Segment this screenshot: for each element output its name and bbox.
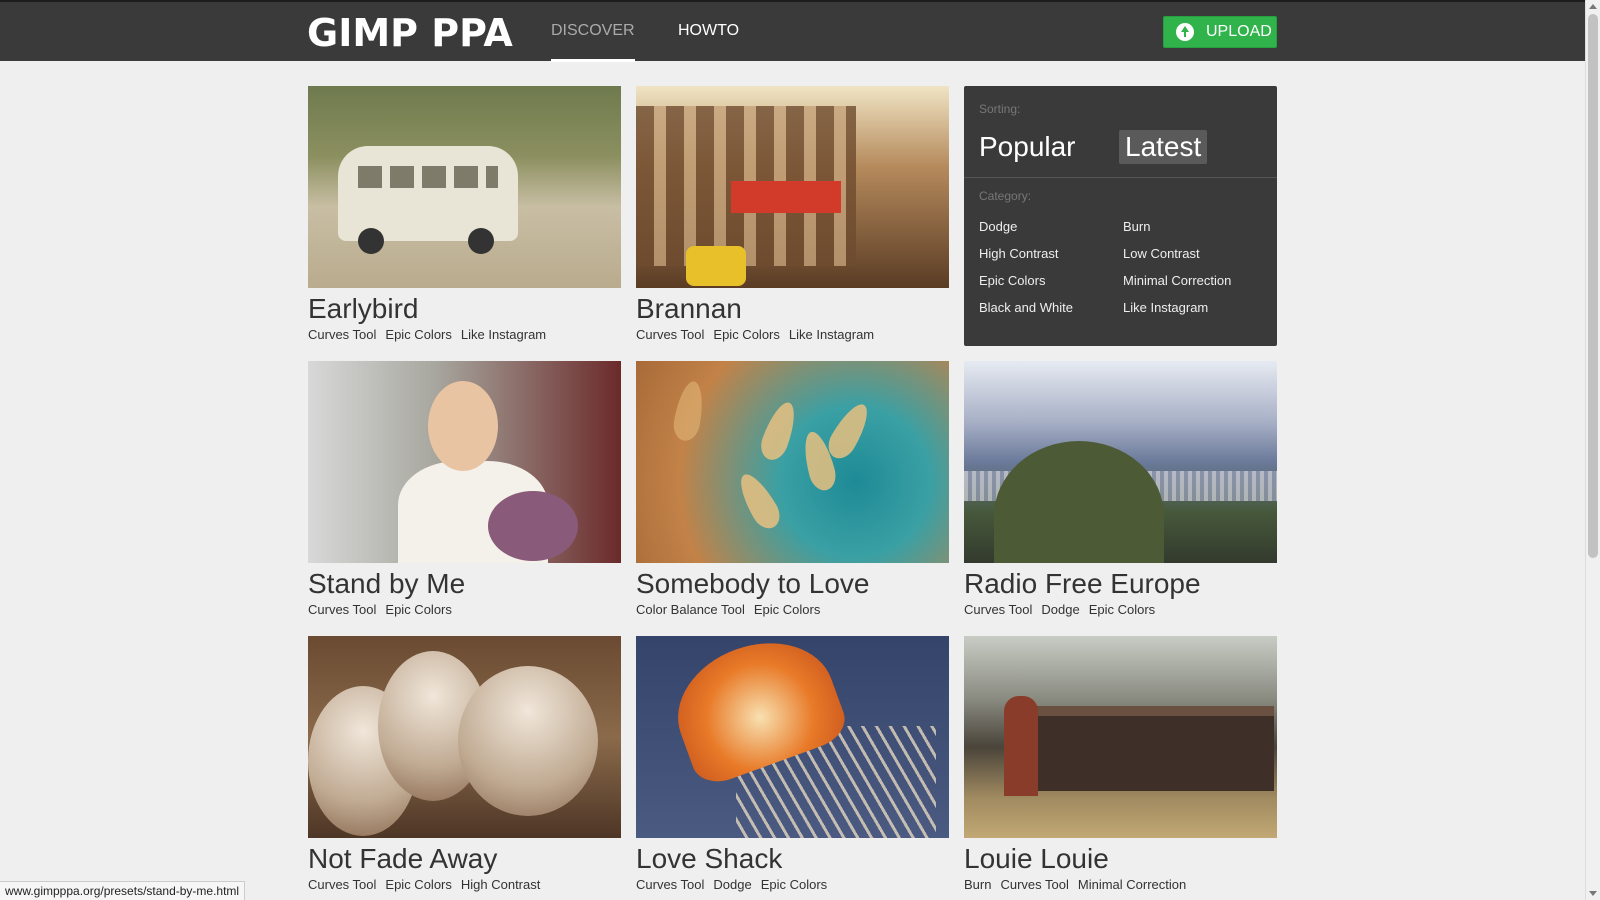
- sort-latest[interactable]: Latest: [1119, 130, 1208, 164]
- preset-card-radio-free-europe[interactable]: Radio Free Europe Curves Tool Dodge Epic C…: [964, 361, 1277, 617]
- preset-card-love-shack[interactable]: Love Shack Curves Tool Dodge Epic Colors: [636, 636, 949, 892]
- category-like-instagram[interactable]: Like Instagram: [1123, 300, 1208, 315]
- nav-howto[interactable]: HOWTO: [678, 22, 739, 40]
- preset-card-somebody-to-love[interactable]: Somebody to Love Color Balance Tool Epic …: [636, 361, 949, 617]
- tag-link[interactable]: Curves Tool: [636, 877, 704, 892]
- tag-link[interactable]: Curves Tool: [636, 327, 704, 342]
- sort-popular[interactable]: Popular: [973, 130, 1082, 164]
- tag-link[interactable]: High Contrast: [461, 877, 540, 892]
- vertical-scrollbar[interactable]: [1585, 0, 1600, 900]
- upload-button[interactable]: UPLOAD: [1163, 16, 1277, 48]
- preset-card-louie-louie[interactable]: Louie Louie Burn Curves Tool Minimal Corre…: [964, 636, 1277, 892]
- tag-link[interactable]: Dodge: [1041, 602, 1079, 617]
- tag-link[interactable]: Like Instagram: [789, 327, 874, 342]
- sorting-label: Sorting:: [979, 102, 1021, 116]
- tag-link[interactable]: Dodge: [713, 877, 751, 892]
- category-minimal-correction[interactable]: Minimal Correction: [1123, 273, 1231, 288]
- tag-link[interactable]: Color Balance Tool: [636, 602, 745, 617]
- tag-link[interactable]: Epic Colors: [385, 602, 451, 617]
- preset-tags: Curves Tool Epic Colors Like Instagram: [308, 327, 621, 342]
- upload-button-label: UPLOAD: [1206, 23, 1272, 40]
- panel-divider: [964, 177, 1277, 178]
- preset-thumbnail[interactable]: [964, 361, 1277, 563]
- tag-link[interactable]: Like Instagram: [461, 327, 546, 342]
- tag-link[interactable]: Epic Colors: [761, 877, 827, 892]
- preset-tags: Color Balance Tool Epic Colors: [636, 602, 949, 617]
- category-dodge[interactable]: Dodge: [979, 219, 1017, 234]
- tag-link[interactable]: Epic Colors: [713, 327, 779, 342]
- preset-card-earlybird[interactable]: Earlybird Curves Tool Epic Colors Like Ins…: [308, 86, 621, 342]
- tag-link[interactable]: Curves Tool: [308, 602, 376, 617]
- filter-panel: Sorting: Popular Latest Category: Dodge …: [964, 86, 1277, 346]
- tag-link[interactable]: Burn: [964, 877, 991, 892]
- category-epic-colors[interactable]: Epic Colors: [979, 273, 1045, 288]
- category-burn[interactable]: Burn: [1123, 219, 1150, 234]
- preset-tags: Curves Tool Epic Colors High Contrast: [308, 877, 621, 892]
- preset-thumbnail[interactable]: [308, 636, 621, 838]
- preset-title[interactable]: Brannan: [636, 292, 949, 326]
- preset-title[interactable]: Not Fade Away: [308, 842, 621, 876]
- tag-link[interactable]: Epic Colors: [754, 602, 820, 617]
- preset-thumbnail[interactable]: [964, 636, 1277, 838]
- category-black-and-white[interactable]: Black and White: [979, 300, 1073, 315]
- scroll-up-arrow-icon[interactable]: [1589, 4, 1597, 9]
- preset-title[interactable]: Somebody to Love: [636, 567, 949, 601]
- preset-title[interactable]: Love Shack: [636, 842, 949, 876]
- preset-title[interactable]: Radio Free Europe: [964, 567, 1277, 601]
- preset-tags: Burn Curves Tool Minimal Correction: [964, 877, 1277, 892]
- nav-discover[interactable]: DISCOVER: [551, 22, 635, 62]
- preset-thumbnail[interactable]: [636, 636, 949, 838]
- preset-thumbnail[interactable]: [636, 86, 949, 288]
- preset-title[interactable]: Earlybird: [308, 292, 621, 326]
- preset-thumbnail[interactable]: [636, 361, 949, 563]
- tag-link[interactable]: Curves Tool: [308, 327, 376, 342]
- upload-arrow-icon: [1176, 23, 1194, 41]
- preset-thumbnail[interactable]: [308, 86, 621, 288]
- preset-tags: Curves Tool Dodge Epic Colors: [636, 877, 949, 892]
- tag-link[interactable]: Curves Tool: [1000, 877, 1068, 892]
- preset-title[interactable]: Louie Louie: [964, 842, 1277, 876]
- tag-link[interactable]: Epic Colors: [1089, 602, 1155, 617]
- tag-link[interactable]: Minimal Correction: [1078, 877, 1186, 892]
- status-url-bar: www.gimpppa.org/presets/stand-by-me.html: [0, 881, 246, 900]
- preset-card-not-fade-away[interactable]: Not Fade Away Curves Tool Epic Colors High…: [308, 636, 621, 892]
- category-label: Category:: [979, 189, 1032, 203]
- category-high-contrast[interactable]: High Contrast: [979, 246, 1058, 261]
- tag-link[interactable]: Curves Tool: [964, 602, 1032, 617]
- preset-tags: Curves Tool Epic Colors: [308, 602, 621, 617]
- preset-card-stand-by-me[interactable]: Stand by Me Curves Tool Epic Colors: [308, 361, 621, 617]
- tag-link[interactable]: Epic Colors: [385, 327, 451, 342]
- top-navigation-bar: GIMP PPA DISCOVER HOWTO UPLOAD: [0, 0, 1585, 62]
- preset-tags: Curves Tool Epic Colors Like Instagram: [636, 327, 949, 342]
- tag-link[interactable]: Curves Tool: [308, 877, 376, 892]
- tag-link[interactable]: Epic Colors: [385, 877, 451, 892]
- scrollbar-thumb[interactable]: [1588, 14, 1598, 558]
- preset-card-brannan[interactable]: Brannan Curves Tool Epic Colors Like Insta…: [636, 86, 949, 342]
- scroll-down-arrow-icon[interactable]: [1589, 891, 1597, 896]
- preset-tags: Curves Tool Dodge Epic Colors: [964, 602, 1277, 617]
- site-logo[interactable]: GIMP PPA: [307, 12, 513, 54]
- preset-thumbnail[interactable]: [308, 361, 621, 563]
- category-low-contrast[interactable]: Low Contrast: [1123, 246, 1200, 261]
- preset-title[interactable]: Stand by Me: [308, 567, 621, 601]
